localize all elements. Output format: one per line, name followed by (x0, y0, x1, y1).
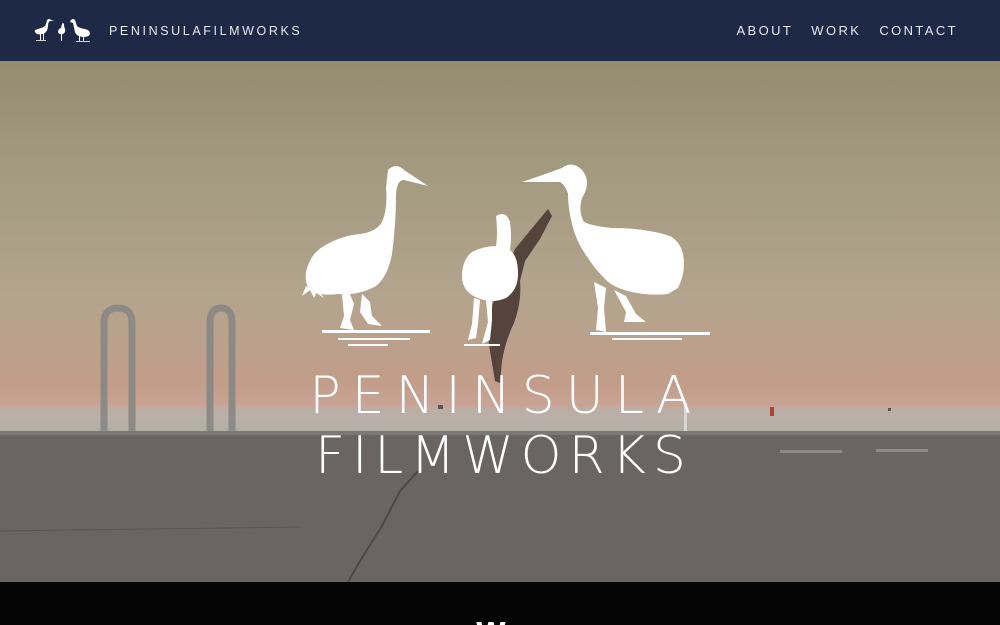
brand-home-link[interactable]: PENINSULAFILMWORKS (33, 17, 302, 45)
hero-banner: PENINSULA FILMWORKS (0, 61, 1000, 582)
three-cranes-emblem-icon (302, 164, 710, 346)
site-header: PENINSULAFILMWORKS ABOUT WORK CONTACT (0, 0, 1000, 61)
hero-title: PENINSULA FILMWORKS (0, 366, 1000, 486)
nav-about-link[interactable]: ABOUT (736, 23, 793, 38)
brand-name: PENINSULAFILMWORKS (109, 23, 303, 38)
intro-section: We (0, 582, 1000, 625)
three-cranes-icon (34, 18, 90, 42)
main-nav: ABOUT WORK CONTACT (736, 23, 958, 38)
hero-title-line2: FILMWORKS (315, 426, 693, 486)
hero-title-line1: PENINSULA (309, 366, 703, 426)
nav-contact-link[interactable]: CONTACT (879, 23, 958, 38)
intro-heading: We (0, 616, 1000, 625)
nav-work-link[interactable]: WORK (811, 23, 861, 38)
